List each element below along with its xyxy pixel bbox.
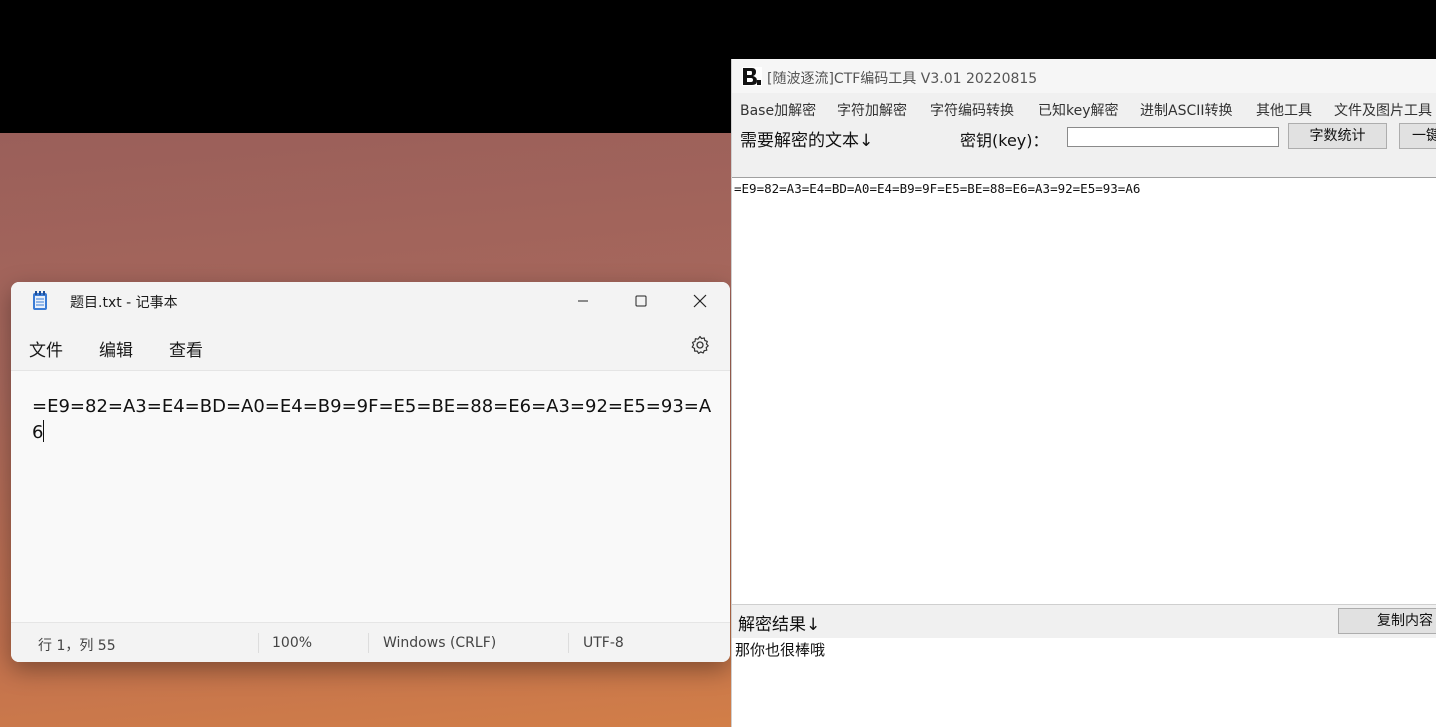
cipher-input-text: =E9=82=A3=E4=BD=A0=E4=B9=9F=E5=BE=88=E6=… (734, 181, 1141, 196)
minimize-icon (578, 300, 588, 302)
menu-edit[interactable]: 编辑 (99, 336, 133, 361)
minimize-button[interactable] (554, 282, 612, 320)
menu-file[interactable]: 文件 (29, 336, 63, 361)
maximize-icon (635, 295, 647, 307)
text-caret (43, 420, 45, 442)
ctf-toolbar: 需要解密的文本↓ 密钥(key)： 字数统计 一键 (732, 121, 1436, 177)
app-logo-icon (742, 67, 762, 86)
notepad-window: 题目.txt - 记事本 文件 编辑 查看 =E9=82=A3=E4=BD=A0… (11, 282, 730, 662)
menu-file-image-tools[interactable]: 文件及图片工具 (1334, 100, 1432, 120)
menu-char-encoding[interactable]: 字符编码转换 (930, 100, 1014, 120)
status-divider (368, 633, 369, 653)
copy-button[interactable]: 复制内容 (1338, 608, 1436, 634)
close-button[interactable] (671, 282, 729, 320)
status-line-ending: Windows (CRLF) (383, 635, 497, 651)
text-editor[interactable]: =E9=82=A3=E4=BD=A0=E4=B9=9F=E5=BE=88=E6=… (11, 370, 730, 623)
notepad-titlebar[interactable]: 题目.txt - 记事本 (11, 282, 730, 320)
menu-base[interactable]: Base加解密 (740, 100, 816, 120)
menu-radix-ascii[interactable]: 进制ASCII转换 (1140, 100, 1233, 120)
ctf-tool-window: [随波逐流]CTF编码工具 V3.01 20220815 Base加解密 字符加… (731, 59, 1436, 727)
status-zoom[interactable]: 100% (272, 635, 312, 651)
key-input[interactable] (1067, 127, 1279, 147)
key-label: 密钥(key)： (960, 131, 1049, 150)
status-divider (568, 633, 569, 653)
ctf-titlebar[interactable]: [随波逐流]CTF编码工具 V3.01 20220815 (732, 59, 1436, 93)
gear-icon[interactable] (690, 335, 710, 355)
input-label: 需要解密的文本↓ (740, 131, 874, 151)
maximize-button[interactable] (612, 282, 670, 320)
result-output-textarea[interactable]: 那你也很棒哦 (732, 638, 1436, 727)
window-title: [随波逐流]CTF编码工具 V3.01 20220815 (767, 71, 1038, 87)
result-output-text: 那你也很棒哦 (735, 641, 826, 659)
result-label: 解密结果↓ (738, 615, 821, 635)
ctf-menubar: Base加解密 字符加解密 字符编码转换 已知key解密 进制ASCII转换 其… (732, 95, 1436, 119)
menu-char-crypto[interactable]: 字符加解密 (837, 100, 907, 120)
status-divider (258, 633, 259, 653)
status-encoding: UTF-8 (583, 635, 624, 651)
cipher-input-textarea[interactable]: =E9=82=A3=E4=BD=A0=E4=B9=9F=E5=BE=88=E6=… (732, 177, 1436, 605)
menu-other-tools[interactable]: 其他工具 (1256, 100, 1312, 120)
word-count-button[interactable]: 字数统计 (1288, 123, 1387, 149)
menu-known-key[interactable]: 已知key解密 (1038, 100, 1119, 120)
notepad-menubar: 文件 编辑 查看 (11, 320, 730, 370)
result-header: 解密结果↓ 复制内容 (732, 604, 1436, 639)
editor-text: =E9=82=A3=E4=BD=A0=E4=B9=9F=E5=BE=88=E6=… (32, 396, 712, 443)
close-icon (693, 294, 707, 308)
status-bar: 行 1，列 55 100% Windows (CRLF) UTF-8 (11, 622, 730, 662)
window-title: 题目.txt - 记事本 (70, 295, 178, 311)
status-position: 行 1，列 55 (38, 638, 116, 654)
one-click-button[interactable]: 一键 (1399, 123, 1436, 149)
menu-view[interactable]: 查看 (169, 336, 203, 361)
editor-content: =E9=82=A3=E4=BD=A0=E4=B9=9F=E5=BE=88=E6=… (32, 394, 712, 446)
notepad-icon (33, 291, 47, 310)
